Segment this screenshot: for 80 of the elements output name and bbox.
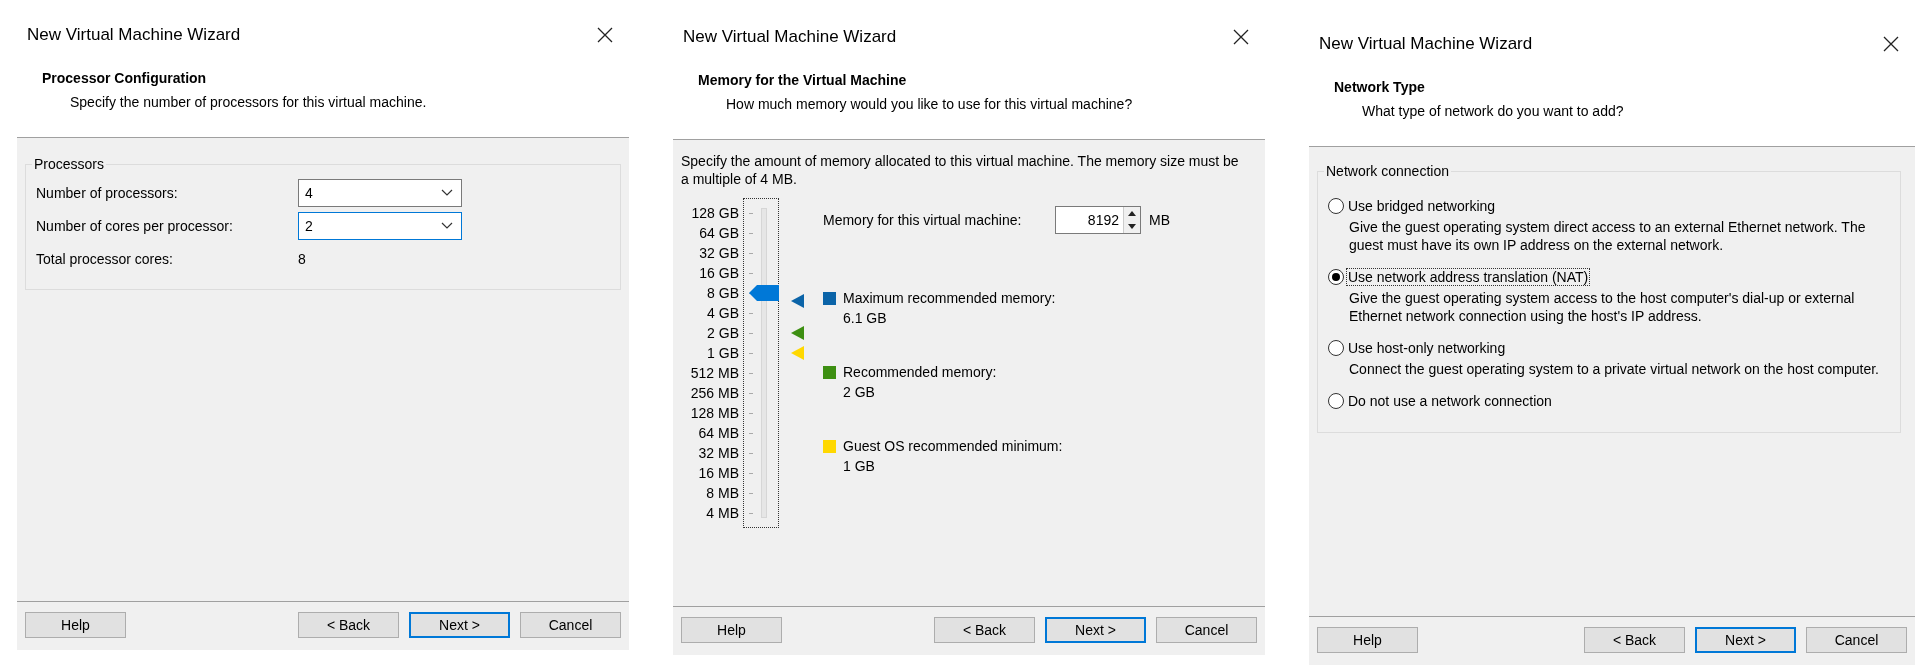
scale-label: 128 GB bbox=[691, 204, 739, 223]
close-button[interactable] bbox=[595, 25, 615, 45]
option-description: Give the guest operating system direct access to an external Ethernet network. The guest must have its own IP address on the external network. bbox=[1349, 218, 1867, 254]
window-title: New Virtual Machine Wizard bbox=[1319, 33, 1533, 55]
legend-label: Recommended memory: bbox=[843, 364, 998, 380]
down-triangle-icon bbox=[1128, 224, 1136, 229]
wizard-button[interactable]: < Back bbox=[1584, 627, 1685, 653]
legend-label: Guest OS recommended minimum: bbox=[843, 438, 1064, 454]
radio-button[interactable] bbox=[1328, 198, 1344, 214]
wizard-button[interactable]: Help bbox=[1317, 627, 1418, 653]
legend-value: 2 GB bbox=[843, 384, 876, 400]
wizard-button[interactable]: Help bbox=[25, 612, 126, 638]
wizard-button[interactable]: Next > bbox=[1045, 617, 1146, 643]
wizard-button[interactable]: Next > bbox=[1695, 627, 1796, 653]
field-label: Memory for this virtual machine: bbox=[823, 212, 1023, 228]
legend-label: Maximum recommended memory: bbox=[843, 290, 1057, 306]
wizard-button[interactable]: Cancel bbox=[1806, 627, 1907, 653]
option-label[interactable]: Do not use a network connection bbox=[1346, 392, 1554, 410]
page-heading: Network Type bbox=[1334, 78, 1425, 96]
memory-spinbox[interactable]: 8192 bbox=[1055, 206, 1141, 234]
window-title: New Virtual Machine Wizard bbox=[683, 26, 897, 48]
scale-label: 16 GB bbox=[699, 264, 739, 283]
window-title: New Virtual Machine Wizard bbox=[27, 24, 241, 46]
option-label[interactable]: Use host-only networking bbox=[1346, 339, 1508, 357]
up-triangle-icon bbox=[1128, 211, 1136, 216]
wizard-button[interactable]: Cancel bbox=[1156, 617, 1257, 643]
spin-down-button[interactable] bbox=[1124, 220, 1140, 233]
scale-label: 4 GB bbox=[707, 304, 739, 323]
scale-label: 8 MB bbox=[706, 484, 739, 503]
readout-value: 8 bbox=[298, 251, 307, 267]
scale-label: 32 MB bbox=[698, 444, 739, 463]
dropdown[interactable]: 2 bbox=[298, 212, 462, 240]
close-icon bbox=[1883, 36, 1899, 52]
group-label: Network connection bbox=[1325, 163, 1450, 179]
wizard-button[interactable]: Help bbox=[681, 617, 782, 643]
wizard-button[interactable]: Cancel bbox=[520, 612, 621, 638]
page-heading: Processor Configuration bbox=[42, 69, 207, 87]
close-icon bbox=[1233, 29, 1249, 45]
option-description: Give the guest operating system access to the host computer's dial-up or external Ethernet network connection using the host's IP address. bbox=[1349, 289, 1856, 325]
instruction-text: Specify the amount of memory allocated to this virtual machine. The memory size must be a multiple of 4 MB. bbox=[681, 152, 1240, 188]
wizard-button[interactable]: < Back bbox=[934, 617, 1035, 643]
radio-button[interactable] bbox=[1328, 340, 1344, 356]
spin-up-button[interactable] bbox=[1124, 207, 1140, 220]
page-subheading: What type of network do you want to add? bbox=[1362, 102, 1624, 120]
close-button[interactable] bbox=[1881, 34, 1901, 54]
scale-label: 8 GB bbox=[707, 284, 739, 303]
page-subheading: Specify the number of processors for this virtual machine. bbox=[70, 93, 427, 111]
dropdown[interactable]: 4 bbox=[298, 179, 462, 207]
page-heading: Memory for the Virtual Machine bbox=[698, 71, 907, 89]
close-icon bbox=[597, 27, 613, 43]
slider-thumb[interactable] bbox=[749, 285, 779, 302]
field-label: Total processor cores: bbox=[36, 251, 174, 267]
group-label: Processors bbox=[33, 156, 106, 172]
scale-label: 256 MB bbox=[690, 384, 739, 403]
scale-label: 2 GB bbox=[707, 324, 739, 343]
option-label[interactable]: Use bridged networking bbox=[1346, 197, 1498, 215]
scale-label: 64 GB bbox=[699, 224, 739, 243]
chevron-down-icon bbox=[441, 222, 453, 230]
scale-label: 512 MB bbox=[690, 364, 739, 383]
field-label: Number of processors: bbox=[36, 185, 179, 201]
legend-value: 1 GB bbox=[843, 458, 876, 474]
scale-label: 128 MB bbox=[690, 404, 739, 423]
option-description: Connect the guest operating system to a private virtual network on the host computer. bbox=[1349, 360, 1880, 378]
scale-label: 1 GB bbox=[707, 344, 739, 363]
wizard-button[interactable]: Next > bbox=[409, 612, 510, 638]
close-button[interactable] bbox=[1231, 27, 1251, 47]
radio-button[interactable] bbox=[1328, 269, 1344, 285]
memory-value[interactable]: 8192 bbox=[1056, 207, 1123, 233]
wizard-button[interactable]: < Back bbox=[298, 612, 399, 638]
scale-label: 32 GB bbox=[699, 244, 739, 263]
field-label: Number of cores per processor: bbox=[36, 218, 234, 234]
unit-label: MB bbox=[1149, 212, 1170, 228]
legend-value: 6.1 GB bbox=[843, 310, 888, 326]
scale-label: 4 MB bbox=[706, 504, 739, 523]
radio-button[interactable] bbox=[1328, 393, 1344, 409]
scale-label: 16 MB bbox=[698, 464, 739, 483]
chevron-down-icon bbox=[441, 189, 453, 197]
option-label[interactable]: Use network address translation (NAT) bbox=[1346, 268, 1591, 286]
page-subheading: How much memory would you like to use for this virtual machine? bbox=[726, 95, 1133, 113]
scale-label: 64 MB bbox=[698, 424, 739, 443]
